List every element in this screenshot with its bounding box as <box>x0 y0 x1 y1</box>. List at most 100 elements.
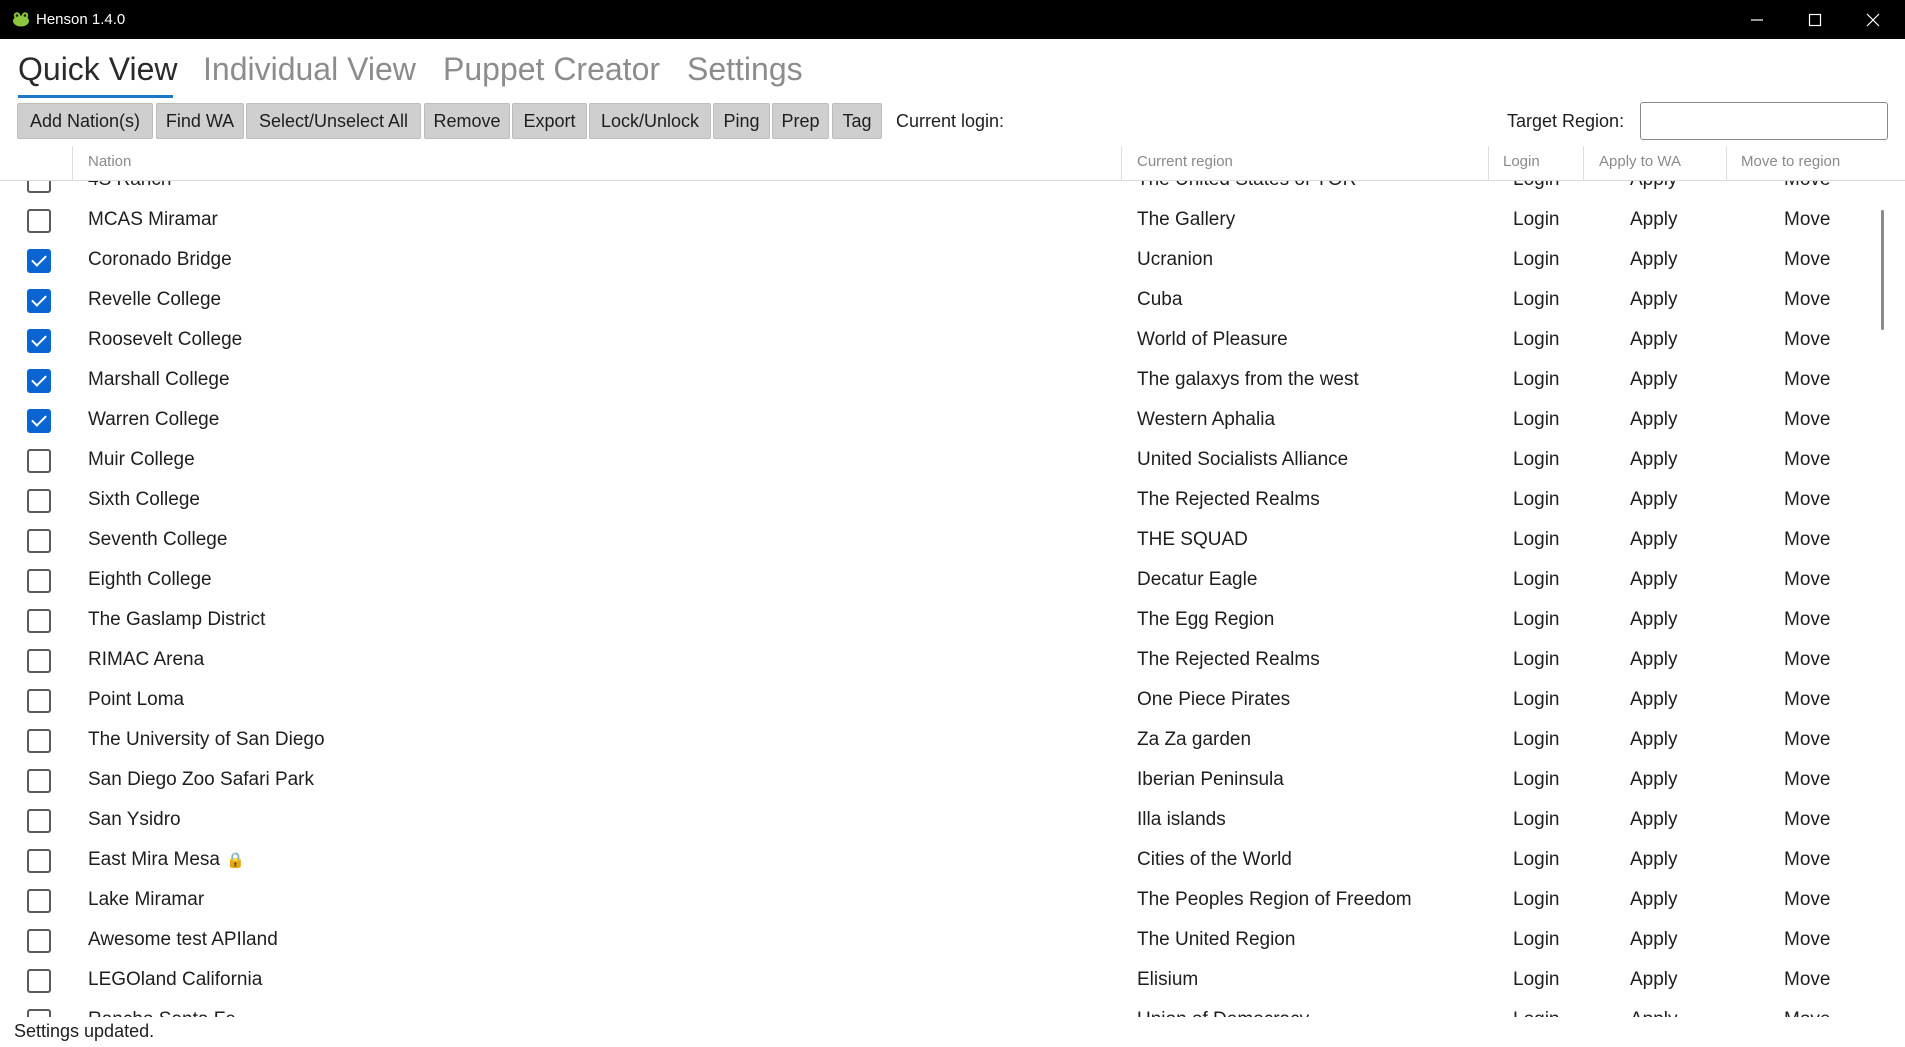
login-button[interactable]: Login <box>1513 809 1560 831</box>
row-checkbox[interactable] <box>27 689 51 713</box>
select-unselect-all-button[interactable]: Select/Unselect All <box>246 103 421 139</box>
apply-wa-button[interactable]: Apply <box>1630 689 1678 711</box>
move-button[interactable]: Move <box>1784 929 1830 951</box>
login-button[interactable]: Login <box>1513 969 1560 991</box>
apply-wa-button[interactable]: Apply <box>1630 409 1678 431</box>
header-nation[interactable]: Nation <box>88 153 131 170</box>
login-button[interactable]: Login <box>1513 369 1560 391</box>
header-apply-to-wa[interactable]: Apply to WA <box>1599 153 1681 170</box>
apply-wa-button[interactable]: Apply <box>1630 1009 1678 1017</box>
move-button[interactable]: Move <box>1784 409 1830 431</box>
target-region-input[interactable] <box>1640 102 1888 140</box>
row-checkbox[interactable] <box>27 329 51 353</box>
tab-quick-view[interactable]: Quick View <box>18 51 177 88</box>
login-button[interactable]: Login <box>1513 849 1560 871</box>
apply-wa-button[interactable]: Apply <box>1630 369 1678 391</box>
move-button[interactable]: Move <box>1784 249 1830 271</box>
apply-wa-button[interactable]: Apply <box>1630 609 1678 631</box>
prep-button[interactable]: Prep <box>772 103 829 139</box>
move-button[interactable]: Move <box>1784 809 1830 831</box>
vertical-scrollbar[interactable] <box>1881 210 1884 330</box>
login-button[interactable]: Login <box>1513 729 1560 751</box>
apply-wa-button[interactable]: Apply <box>1630 489 1678 511</box>
login-button[interactable]: Login <box>1513 409 1560 431</box>
header-move-to-region[interactable]: Move to region <box>1741 153 1840 170</box>
row-checkbox[interactable] <box>27 849 51 873</box>
row-checkbox[interactable] <box>27 529 51 553</box>
row-checkbox[interactable] <box>27 289 51 313</box>
tab-individual-view[interactable]: Individual View <box>203 51 416 88</box>
login-button[interactable]: Login <box>1513 769 1560 791</box>
move-button[interactable]: Move <box>1784 849 1830 871</box>
apply-wa-button[interactable]: Apply <box>1630 329 1678 351</box>
login-button[interactable]: Login <box>1513 889 1560 911</box>
row-checkbox[interactable] <box>27 609 51 633</box>
move-button[interactable]: Move <box>1784 369 1830 391</box>
apply-wa-button[interactable]: Apply <box>1630 849 1678 871</box>
move-button[interactable]: Move <box>1784 449 1830 471</box>
move-button[interactable]: Move <box>1784 1009 1830 1017</box>
move-button[interactable]: Move <box>1784 289 1830 311</box>
row-checkbox[interactable] <box>27 969 51 993</box>
move-button[interactable]: Move <box>1784 969 1830 991</box>
move-button[interactable]: Move <box>1784 889 1830 911</box>
find-wa-button[interactable]: Find WA <box>156 103 244 139</box>
login-button[interactable]: Login <box>1513 609 1560 631</box>
apply-wa-button[interactable]: Apply <box>1630 289 1678 311</box>
lock-unlock-button[interactable]: Lock/Unlock <box>589 103 711 139</box>
apply-wa-button[interactable]: Apply <box>1630 769 1678 791</box>
login-button[interactable]: Login <box>1513 249 1560 271</box>
apply-wa-button[interactable]: Apply <box>1630 209 1678 231</box>
export-button[interactable]: Export <box>512 103 587 139</box>
login-button[interactable]: Login <box>1513 569 1560 591</box>
close-button[interactable] <box>1844 0 1902 39</box>
header-login[interactable]: Login <box>1503 153 1540 170</box>
login-button[interactable]: Login <box>1513 209 1560 231</box>
login-button[interactable]: Login <box>1513 649 1560 671</box>
login-button[interactable]: Login <box>1513 689 1560 711</box>
apply-wa-button[interactable]: Apply <box>1630 889 1678 911</box>
add-nations-button[interactable]: Add Nation(s) <box>17 103 153 139</box>
row-checkbox[interactable] <box>27 489 51 513</box>
remove-button[interactable]: Remove <box>424 103 510 139</box>
minimize-button[interactable] <box>1728 0 1786 39</box>
ping-button[interactable]: Ping <box>713 103 770 139</box>
row-checkbox[interactable] <box>27 409 51 433</box>
apply-wa-button[interactable]: Apply <box>1630 181 1678 191</box>
move-button[interactable]: Move <box>1784 181 1830 191</box>
row-checkbox[interactable] <box>27 569 51 593</box>
apply-wa-button[interactable]: Apply <box>1630 449 1678 471</box>
tag-button[interactable]: Tag <box>832 103 882 139</box>
move-button[interactable]: Move <box>1784 569 1830 591</box>
row-checkbox[interactable] <box>27 369 51 393</box>
apply-wa-button[interactable]: Apply <box>1630 929 1678 951</box>
maximize-button[interactable] <box>1786 0 1844 39</box>
move-button[interactable]: Move <box>1784 649 1830 671</box>
login-button[interactable]: Login <box>1513 329 1560 351</box>
login-button[interactable]: Login <box>1513 529 1560 551</box>
login-button[interactable]: Login <box>1513 1009 1560 1017</box>
move-button[interactable]: Move <box>1784 609 1830 631</box>
move-button[interactable]: Move <box>1784 769 1830 791</box>
apply-wa-button[interactable]: Apply <box>1630 809 1678 831</box>
apply-wa-button[interactable]: Apply <box>1630 969 1678 991</box>
row-checkbox[interactable] <box>27 809 51 833</box>
move-button[interactable]: Move <box>1784 489 1830 511</box>
row-checkbox[interactable] <box>27 649 51 673</box>
row-checkbox[interactable] <box>27 889 51 913</box>
login-button[interactable]: Login <box>1513 929 1560 951</box>
move-button[interactable]: Move <box>1784 209 1830 231</box>
tab-puppet-creator[interactable]: Puppet Creator <box>443 51 660 88</box>
header-current-region[interactable]: Current region <box>1137 153 1233 170</box>
row-checkbox[interactable] <box>27 769 51 793</box>
row-checkbox[interactable] <box>27 209 51 233</box>
tab-settings[interactable]: Settings <box>687 51 803 88</box>
apply-wa-button[interactable]: Apply <box>1630 569 1678 591</box>
move-button[interactable]: Move <box>1784 729 1830 751</box>
row-checkbox[interactable] <box>27 181 51 193</box>
login-button[interactable]: Login <box>1513 289 1560 311</box>
row-checkbox[interactable] <box>27 249 51 273</box>
move-button[interactable]: Move <box>1784 529 1830 551</box>
move-button[interactable]: Move <box>1784 689 1830 711</box>
login-button[interactable]: Login <box>1513 489 1560 511</box>
